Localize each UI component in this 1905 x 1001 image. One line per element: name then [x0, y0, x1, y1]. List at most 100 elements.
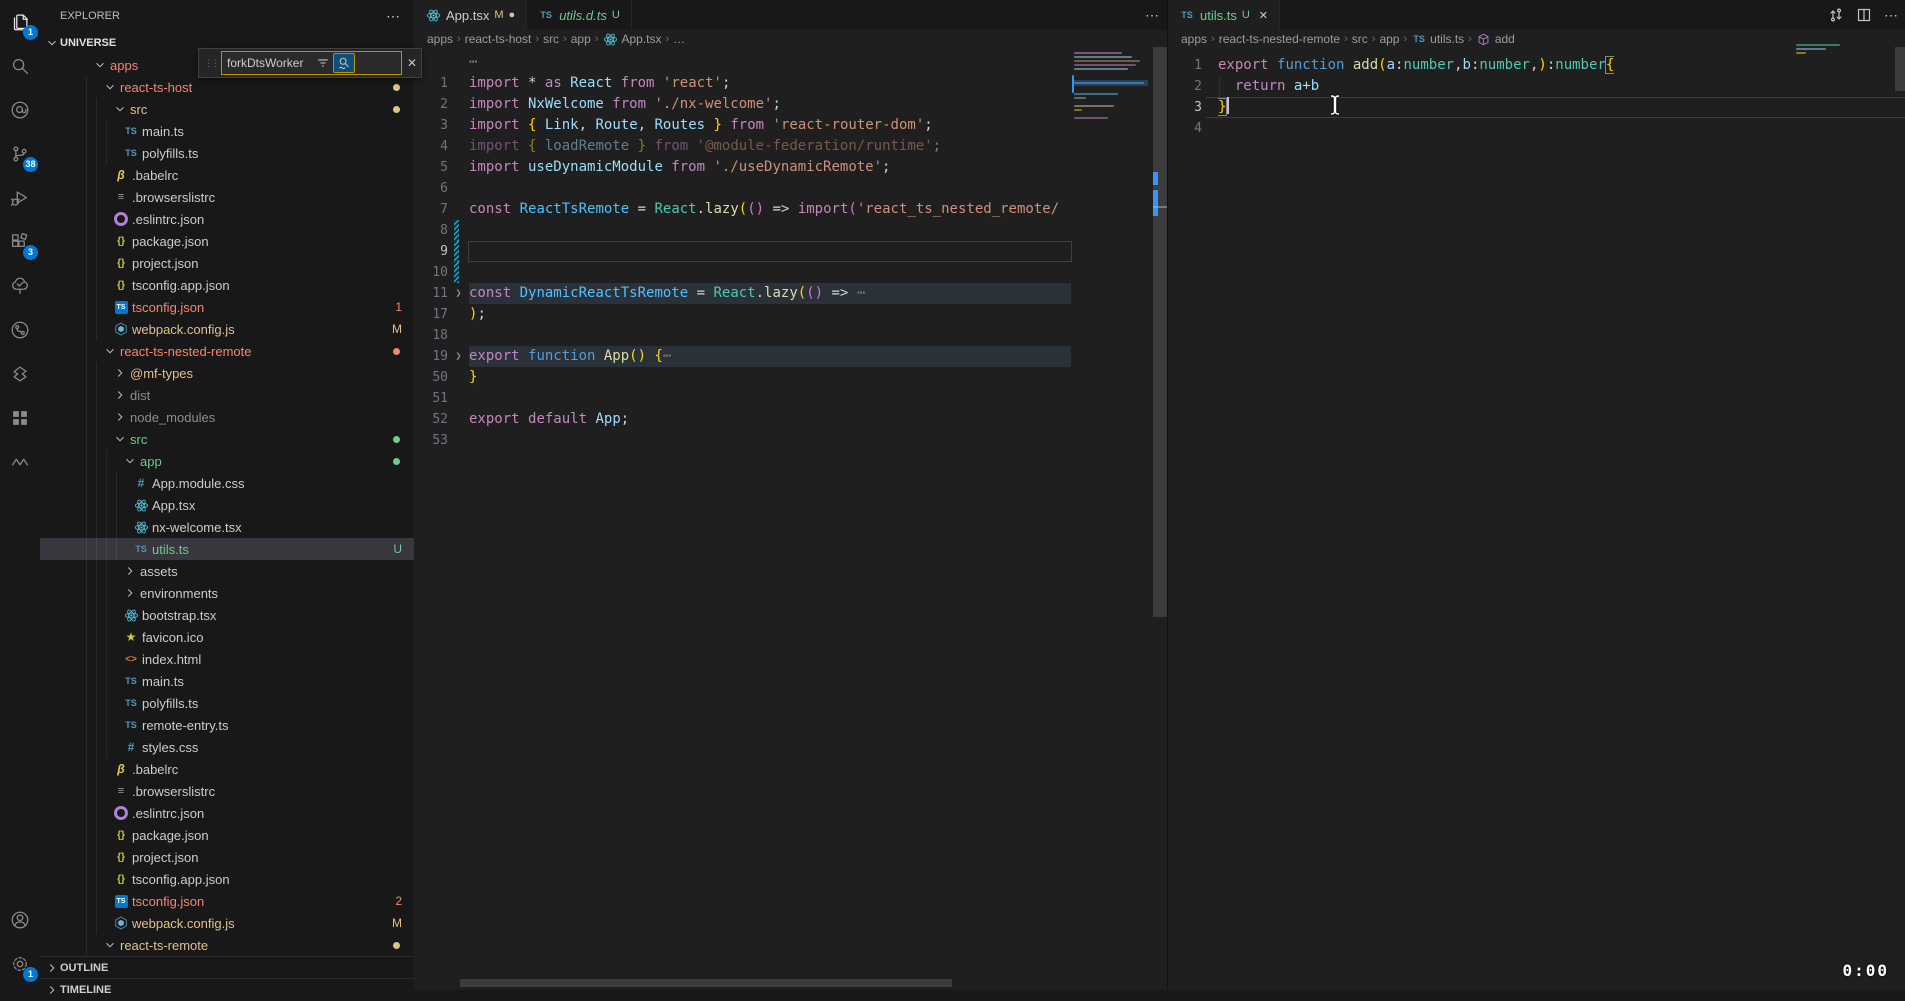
chevron-down-icon: [102, 79, 118, 95]
close-icon[interactable]: ✕: [407, 56, 417, 70]
breadcrumb-item-add[interactable]: add: [1476, 31, 1515, 47]
tree-item-react-ts-host[interactable]: react-ts-host: [40, 76, 414, 98]
code-line-2[interactable]: 2import NxWelcome from './nx-welcome';: [414, 94, 1167, 115]
horizontal-scrollbar[interactable]: [460, 979, 952, 987]
code-line-3[interactable]: 3import { Link, Route, Routes } from 're…: [414, 115, 1167, 136]
outline-section[interactable]: OUTLINE: [40, 956, 414, 979]
drag-grip-icon[interactable]: ⋮⋮: [204, 58, 218, 69]
run-debug-icon[interactable]: [0, 176, 40, 220]
code-line-2[interactable]: 2 return a+b: [1168, 76, 1905, 97]
json-icon: {}: [112, 233, 130, 249]
code-text: import useDynamicModule from './useDynam…: [469, 157, 890, 178]
eslint-icon: [112, 805, 130, 821]
explorer-icon[interactable]: 1: [0, 0, 40, 44]
fold-chevron-icon[interactable]: ❯: [448, 346, 469, 367]
nx-console-icon[interactable]: [0, 352, 40, 396]
tree-find-input[interactable]: [222, 56, 313, 70]
ts-icon: TS: [538, 7, 554, 23]
tab-utils.ts[interactable]: TSutils.tsU✕: [1168, 0, 1280, 30]
tree-item-label: package.json: [132, 234, 209, 249]
remote-explorer-icon[interactable]: [0, 88, 40, 132]
tab-utils.d.ts[interactable]: TSutils.d.tsU: [527, 0, 632, 30]
code-line-9[interactable]: 9: [414, 241, 1167, 262]
code-line-52[interactable]: 52export default App;: [414, 409, 1167, 430]
badge: 38: [23, 157, 38, 172]
breadcrumb-item-utils.ts[interactable]: TSutils.ts: [1411, 31, 1464, 47]
badge: 1: [23, 967, 38, 982]
tree-item-react-ts-remote[interactable]: react-ts-remote: [40, 934, 414, 956]
todo-tree-icon[interactable]: [0, 264, 40, 308]
chevron-down-icon: [112, 101, 128, 117]
more-icon[interactable]: ⋯: [1145, 7, 1159, 24]
tree-item-label: .babelrc: [132, 762, 178, 777]
react-icon: [122, 607, 140, 623]
code-line-11[interactable]: 11❯const DynamicReactTsRemote = React.la…: [414, 283, 1167, 304]
source-control-icon[interactable]: 38: [0, 132, 40, 176]
code-line-4[interactable]: 4import { loadRemote } from '@module-fed…: [414, 136, 1167, 157]
code-line-50[interactable]: 50}: [414, 367, 1167, 388]
code-line-8[interactable]: 8: [414, 220, 1167, 241]
breadcrumb-item-app[interactable]: app: [1379, 32, 1399, 46]
code-line-19[interactable]: 19❯export function App() {⋯: [414, 346, 1167, 367]
breadcrumb-item-…[interactable]: …: [673, 32, 685, 46]
split-icon[interactable]: [1856, 7, 1872, 23]
code-line-53[interactable]: 53: [414, 430, 1167, 451]
minimap[interactable]: [1794, 40, 1864, 70]
code-line-1[interactable]: 1import * as React from 'react';: [414, 73, 1167, 94]
code-line-17[interactable]: 17);: [414, 304, 1167, 325]
tab-label: utils.ts: [1200, 8, 1237, 23]
git-graph-icon[interactable]: [0, 308, 40, 352]
tree-item-label: project.json: [132, 256, 198, 271]
code-line-3[interactable]: 3}: [1168, 97, 1905, 118]
close-icon[interactable]: ✕: [1259, 9, 1268, 22]
tab-App.tsx[interactable]: App.tsxM●: [414, 0, 527, 30]
breadcrumb-item-src[interactable]: src: [543, 32, 559, 46]
badge: 3: [23, 245, 38, 260]
code-text: const ReactTsRemote = React.lazy(() => i…: [469, 199, 1059, 220]
minimap[interactable]: [1072, 47, 1152, 167]
code-line-4[interactable]: 4: [1168, 118, 1905, 139]
code-line-7[interactable]: 7const ReactTsRemote = React.lazy(() => …: [414, 199, 1167, 220]
extensions-icon[interactable]: 3: [0, 220, 40, 264]
breadcrumb-item-apps[interactable]: apps: [1181, 32, 1207, 46]
breadcrumb-item-src[interactable]: src: [1352, 32, 1368, 46]
code-text: import NxWelcome from './nx-welcome';: [469, 94, 781, 115]
code-line-6[interactable]: 6: [414, 178, 1167, 199]
projects-grid-icon[interactable]: [0, 396, 40, 440]
fuzzy-match-toggle[interactable]: [333, 53, 355, 73]
breadcrumb-item-react-ts-host[interactable]: react-ts-host: [465, 32, 532, 46]
tree-item-react-ts-nested-remote[interactable]: react-ts-nested-remote: [40, 340, 414, 362]
vertical-scrollbar[interactable]: [1153, 47, 1167, 617]
react-icon: [132, 519, 150, 535]
filter-icon[interactable]: [313, 54, 333, 72]
account-icon[interactable]: [0, 898, 40, 942]
code-line-51[interactable]: 51: [414, 388, 1167, 409]
code-line-5[interactable]: 5import useDynamicModule from './useDyna…: [414, 157, 1167, 178]
code-line-18[interactable]: 18: [414, 325, 1167, 346]
breadcrumb-item-app[interactable]: app: [571, 32, 591, 46]
editor-actions: ⋯: [1828, 0, 1898, 30]
breadcrumb-item-App.tsx[interactable]: App.tsx: [602, 31, 661, 47]
settings-gear-icon[interactable]: 1: [0, 942, 40, 986]
breadcrumb-item-apps[interactable]: apps: [427, 32, 453, 46]
ts-icon: TS: [1411, 31, 1427, 47]
editor-actions: ⋯: [1145, 0, 1159, 30]
gutter-space: [448, 136, 469, 157]
fold-chevron-icon[interactable]: ❯: [448, 283, 469, 304]
search-icon[interactable]: [0, 44, 40, 88]
code-line-10[interactable]: 10: [414, 262, 1167, 283]
webpack-icon: [112, 915, 130, 931]
breadcrumb-label: utils.ts: [1430, 32, 1464, 46]
line-number: 17: [414, 304, 448, 325]
breadcrumb-separator: ›: [664, 33, 670, 45]
code-text: const DynamicReactTsRemote = React.lazy(…: [469, 283, 865, 304]
more-icon[interactable]: ⋯: [1884, 7, 1898, 24]
sidebar-more-actions-icon[interactable]: ⋯: [386, 8, 400, 25]
vertical-scrollbar[interactable]: [1895, 47, 1905, 91]
wave-icon[interactable]: [0, 440, 40, 484]
tree-item-label: polyfills.ts: [142, 696, 198, 711]
tree-item-label: tsconfig.json: [132, 894, 204, 909]
compare-icon[interactable]: [1828, 7, 1844, 23]
breadcrumb-item-react-ts-nested-remote[interactable]: react-ts-nested-remote: [1219, 32, 1340, 46]
code-line[interactable]: ⋯: [414, 52, 1167, 73]
